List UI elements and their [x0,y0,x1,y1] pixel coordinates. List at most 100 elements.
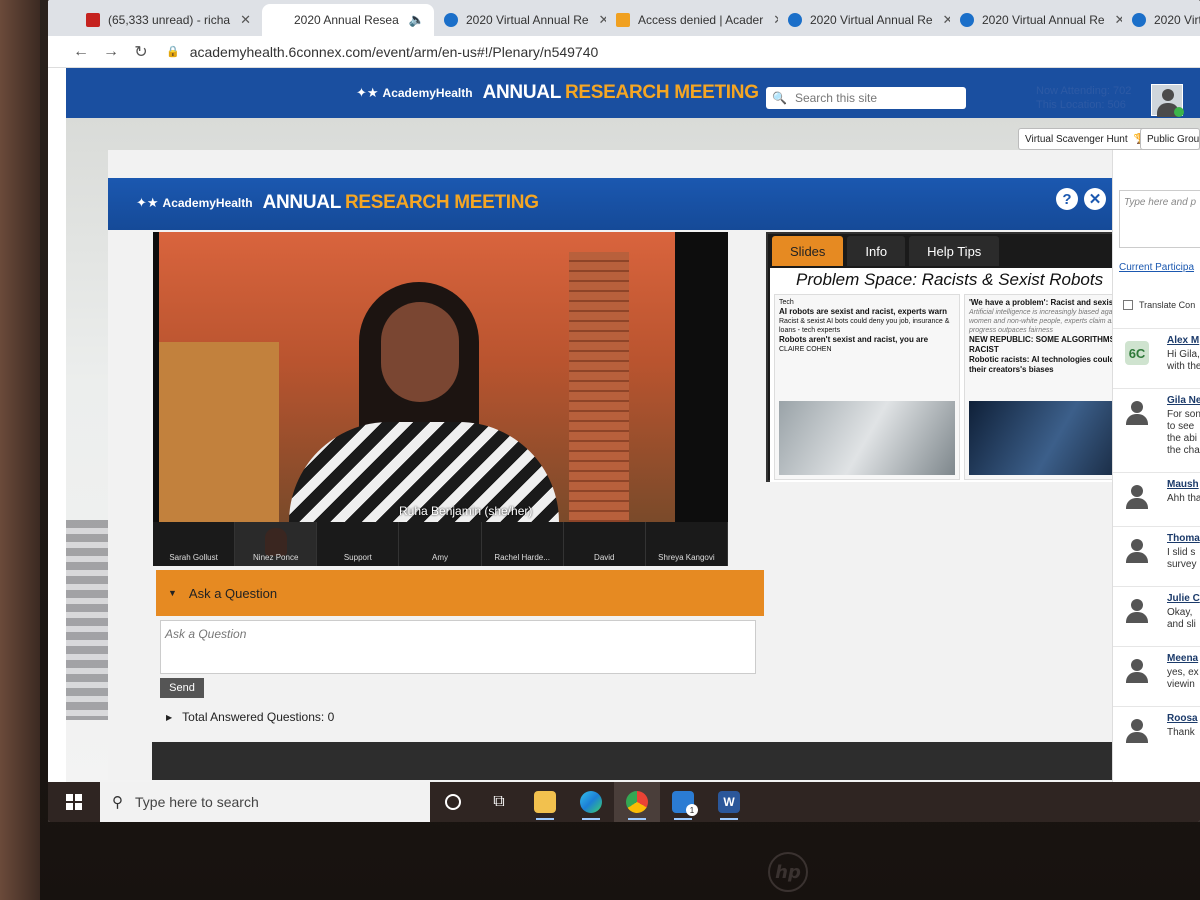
site-logo[interactable]: ✦★ AcademyHealth ANNUAL RESEARCH MEETING [356,82,759,104]
message-author[interactable]: Alex M [1167,335,1199,346]
mail-unread-badge: 1 [686,804,698,816]
public-group-button[interactable]: Public Group C [1140,128,1200,150]
participant-tile[interactable]: Support [317,522,400,566]
message-author[interactable]: Meena [1167,653,1198,664]
url-text: academyhealth.6connex.com/event/arm/en-u… [189,43,599,60]
participant-tile[interactable]: David [564,522,646,566]
now-attending: Now Attending: 702 [1036,85,1132,97]
tab-label: 2020 Virtu [1154,13,1200,27]
file-explorer-icon[interactable] [522,782,568,822]
user-icon [1125,401,1149,425]
lock-icon: 🔒 [166,46,180,58]
reload-icon[interactable]: ↻ [126,42,156,62]
video-player[interactable]: Ruha Benjamin (she/her) [153,232,728,522]
task-view-icon[interactable]: ⧉ [476,782,522,822]
6connex-logo-icon: 6C [1125,341,1149,365]
participant-tile[interactable]: Rachel Harde... [482,522,564,566]
speaker-face [381,302,459,402]
video-wall [159,342,279,522]
tab-info[interactable]: Info [847,236,906,266]
user-icon [1125,719,1149,743]
url-field[interactable]: 🔒 academyhealth.6connex.com/event/arm/en… [166,44,598,60]
close-tab-icon[interactable]: ✕ [599,12,606,28]
browser-tab-virtual[interactable]: 2020 Virtu [1122,4,1200,36]
word-icon[interactable]: W [706,782,752,822]
current-participants-link[interactable]: Current Participa [1119,262,1194,273]
message-text: Okay, [1167,607,1193,618]
cortana-icon[interactable] [430,782,476,822]
article-kicker: Tech [779,299,794,306]
tab-label: (65,333 unread) - richa [108,13,231,27]
speaker-video: Ruha Benjamin (she/her) [159,232,675,522]
modal-header: ✦★ AcademyHealth ANNUAL RESEARCH MEETING… [108,178,1112,230]
tab-label: Access denied | Acader [638,13,764,27]
answered-count: Total Answered Questions: 0 [182,710,335,724]
translate-toggle[interactable]: Translate Con [1123,300,1195,310]
mail-icon[interactable]: 1 [660,782,706,822]
participant-tile[interactable]: Amy [399,522,482,566]
help-button[interactable]: ? [1056,188,1078,210]
browser-tab-gmail[interactable]: (65,333 unread) - richa ✕ [76,4,262,36]
close-tab-icon[interactable]: ✕ [240,12,251,28]
tab-help-tips[interactable]: Help Tips [909,236,1000,266]
this-location: This Location: 506 [1036,99,1126,111]
browser-tab-access-denied[interactable]: Access denied | Acader ✕ [606,4,778,36]
message-author[interactable]: Julie C [1167,593,1200,604]
message-text: survey [1167,559,1197,570]
profile-avatar[interactable] [1151,84,1184,117]
chat-input[interactable]: Type here and p [1119,190,1200,248]
message-text: with the [1167,361,1200,372]
close-tab-icon[interactable]: ✕ [1115,12,1122,28]
send-button[interactable]: Send [160,678,204,698]
message-author[interactable]: Thoma [1167,533,1200,544]
brand-annual: ANNUAL [482,82,562,103]
browser-tab-virtual-annual[interactable]: 2020 Virtual Annual Re ✕ [778,4,950,36]
message-text: yes, ex [1167,667,1199,678]
start-button[interactable] [48,782,100,822]
translate-label: Translate Con [1139,300,1196,310]
chat-sidebar: Type here and p Current Participa Transl… [1112,150,1200,782]
chrome-icon[interactable] [614,782,660,822]
browser-tab-annual-research[interactable]: 2020 Annual Resea 🔈 ✕ [262,4,434,36]
user-icon [1125,659,1149,683]
chat-message: Meena yes, ex viewin [1113,646,1200,702]
message-author[interactable]: Maush [1167,479,1199,490]
laptop-screen: (65,333 unread) - richa ✕ 2020 Annual Re… [48,0,1200,822]
academyhealth-stars-icon: ✦★ [136,195,159,210]
back-arrow-icon[interactable]: ← [66,43,96,61]
answered-questions-toggle[interactable]: ▶ Total Answered Questions: 0 [166,710,334,724]
site-search-input[interactable]: 🔍 Search this site [766,87,966,109]
windows-taskbar: ⚲ Type here to search ⧉ 1 W [48,782,1200,822]
message-author[interactable]: Roosa [1167,713,1198,724]
close-icon[interactable]: ✕ [1084,188,1106,210]
user-icon [1125,485,1149,509]
question-textarea[interactable]: Ask a Question [160,620,756,674]
scavenger-hunt-button[interactable]: Virtual Scavenger Hunt 🏆 [1018,128,1154,150]
tab-label: 2020 Virtual Annual Re [982,13,1105,27]
brand-research: RESEARCH MEETING [345,192,539,213]
tab-slides[interactable]: Slides [772,236,844,266]
edge-icon[interactable] [568,782,614,822]
participant-strip: Sarah Gollust Ninez Ponce Support Amy Ra… [153,522,728,566]
browser-tab-virtual-annual[interactable]: 2020 Virtual Annual Re ✕ [950,4,1122,36]
chat-message: 6C Alex M Hi Gila, with the [1113,328,1200,384]
participant-tile[interactable]: Shreya Kangovi [646,522,728,566]
message-author[interactable]: Gila Ne [1167,395,1200,406]
translate-checkbox[interactable] [1123,300,1133,310]
participant-name: Rachel Harde... [494,553,550,562]
article-headline: AI robots are sexist and racist, experts… [779,307,948,316]
participant-tile[interactable]: Ninez Ponce [235,522,318,566]
participant-tile[interactable]: Sarah Gollust [153,522,236,566]
forward-arrow-icon[interactable]: → [96,43,126,61]
close-tab-icon[interactable]: ✕ [943,12,950,28]
slide-view[interactable]: Problem Space: Racists & Sexist Robots ⤢… [770,268,1152,482]
slides-panel: Slides Info Help Tips Problem Space: Rac… [766,232,1156,482]
caret-right-icon: ▶ [166,712,173,722]
hp-logo: hp [768,852,808,892]
speaker-figure [289,272,569,522]
browser-tab-virtual-annual[interactable]: 2020 Virtual Annual Re ✕ [434,4,606,36]
taskbar-search-input[interactable]: ⚲ Type here to search [100,782,430,822]
windows-logo-icon [66,794,82,810]
ask-question-toggle[interactable]: ▼ Ask a Question [156,570,764,616]
globe-icon [788,13,802,27]
